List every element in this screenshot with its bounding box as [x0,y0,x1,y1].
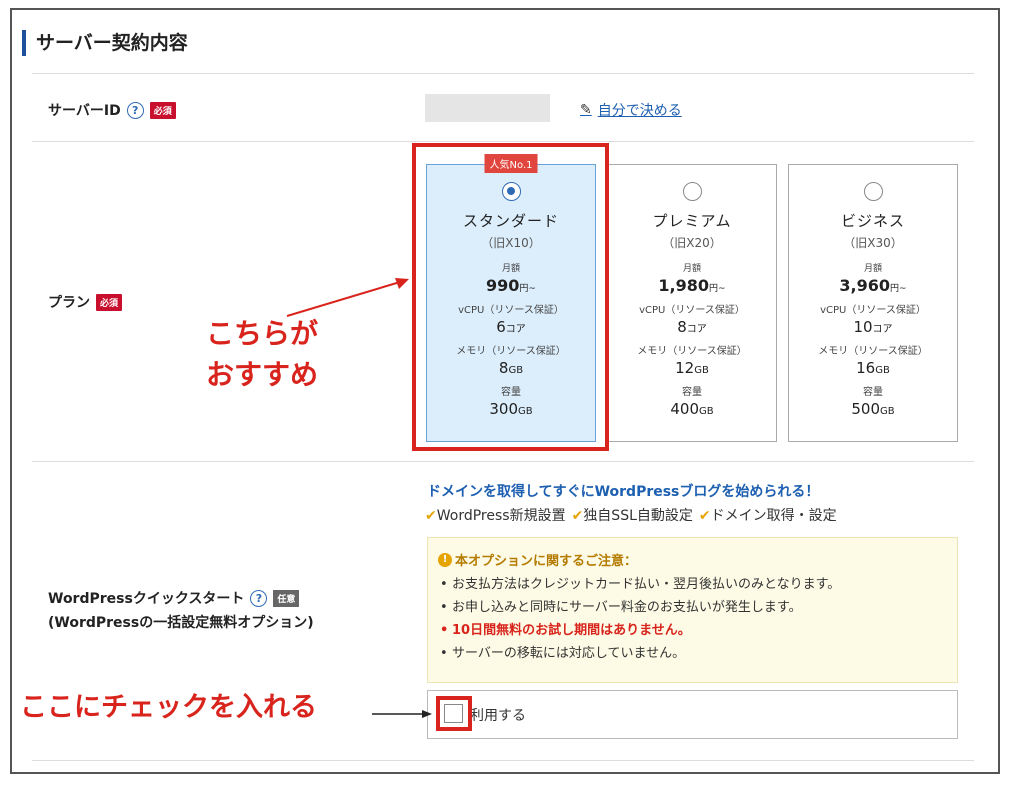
notice-item-warning: 10日間無料のお試し期間はありません。 [438,619,947,642]
cpu-label: vCPU（リソース保証） [639,305,745,316]
plan-cpu: 8コア [677,318,707,336]
arrow-icon [286,278,409,317]
annotation-check: ここにチェックを入れる [20,692,317,723]
plan-card-premium[interactable]: プレミアム （旧X20） 月額 1,980円~ vCPU（リソース保証） 8コア… [607,164,777,442]
notice-item: お支払方法はクレジットカード払い・翌月後払いのみとなります。 [438,573,947,596]
divider [32,141,974,142]
help-icon[interactable]: ? [126,101,144,119]
divider [32,760,974,761]
server-id-label-group: サーバーID ? 必須 [48,100,176,120]
required-badge: 必須 [149,101,176,119]
self-decide-label: 自分で決める [597,103,682,119]
notice-list: お支払方法はクレジットカード払い・翌月後払いのみとなります。 お申し込みと同時に… [438,573,947,665]
plan-memory: 12GB [675,359,709,377]
plan-card-business[interactable]: ビジネス （旧X30） 月額 3,960円~ vCPU（リソース保証） 10コア… [788,164,958,442]
wp-label: WordPressクイックスタート [48,591,245,607]
self-decide-link[interactable]: ✎ 自分で決める [580,100,682,120]
plan-price: 1,980円~ [658,276,726,295]
plan-cpu: 10コア [853,318,893,336]
wp-sublabel: (WordPressの一括設定無料オプション) [48,615,314,631]
check-icon: ✔ [698,508,711,524]
warning-icon: ! [438,552,452,567]
check-icon: ✔ [425,508,437,524]
plan-old-name: （旧X30） [843,236,903,250]
plan-name: ビジネス [840,212,905,230]
plan-name: プレミアム [652,212,732,230]
memory-label: メモリ（リソース保証） [818,346,928,357]
price-label: 月額 [863,264,882,274]
section-title: サーバー契約内容 [22,30,188,56]
highlight-box [436,696,472,731]
notice-item: お申し込みと同時にサーバー料金のお支払いが発生します。 [438,596,947,619]
highlight-box [412,143,609,451]
cpu-label: vCPU（リソース保証） [820,305,926,316]
arrow-icon [372,710,432,718]
annotation-recommend: こちらが おすすめ [206,317,319,391]
notice-item: サーバーの移転には対応していません。 [438,642,947,665]
plan-memory: 16GB [856,359,890,377]
memory-label: メモリ（リソース保証） [637,346,747,357]
optional-badge: 任意 [273,589,300,607]
notice-title: ! 本オプションに関するご注意： [438,550,947,569]
required-badge: 必須 [96,293,123,311]
plan-disk: 500GB [851,400,895,418]
help-icon[interactable]: ? [250,589,268,607]
divider [32,461,974,462]
plan-old-name: （旧X20） [662,236,722,250]
plan-label-group: プラン 必須 [48,292,123,312]
plan-label: プラン [48,295,90,311]
plan-radio[interactable] [863,182,883,201]
disk-label: 容量 [682,387,702,398]
pencil-icon: ✎ [580,102,592,118]
server-id-label: サーバーID [48,103,121,119]
plan-price: 3,960円~ [839,276,907,295]
wp-headline: ドメインを取得してすぐにWordPressブログを始められる！ [427,484,820,500]
notice-box: ! 本オプションに関するご注意： お支払方法はクレジットカード払い・翌月後払いの… [427,537,958,683]
wp-label-group: WordPressクイックスタート ? 任意 [48,588,300,608]
divider [32,73,974,74]
server-id-input[interactable] [425,94,550,122]
wp-features: ✔WordPress新規設置 ✔独自SSL自動設定 ✔ドメイン取得・設定 [425,508,837,524]
plan-disk: 400GB [670,400,714,418]
check-icon: ✔ [571,508,584,524]
disk-label: 容量 [863,387,883,398]
use-label[interactable]: 利用する [470,705,526,725]
price-label: 月額 [682,264,701,274]
plan-radio[interactable] [682,182,702,201]
